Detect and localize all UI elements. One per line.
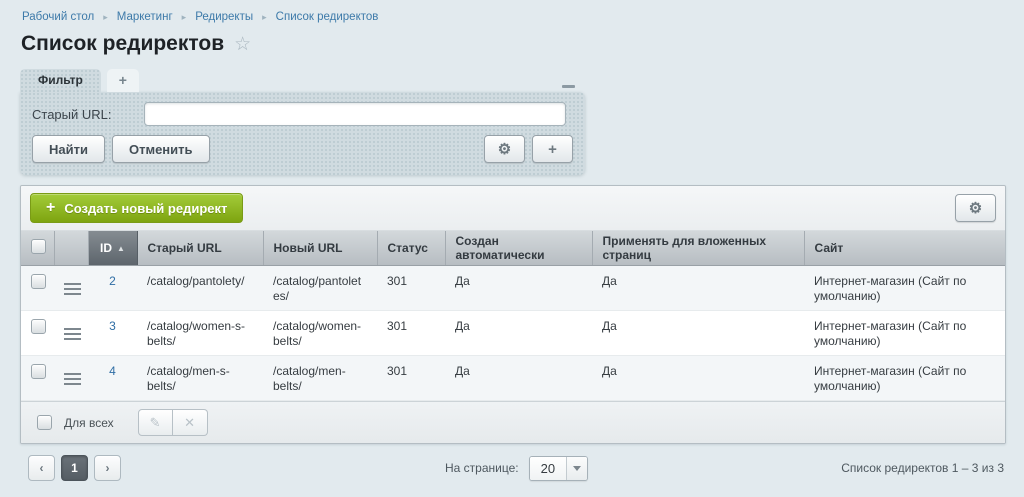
favorite-star-icon[interactable]: ☆	[234, 35, 251, 54]
redirects-table: ID▲ Старый URL Новый URL Статус Создан а…	[21, 231, 1005, 401]
filter-settings-button[interactable]: ⚙	[484, 135, 525, 163]
row-menu-icon[interactable]	[64, 281, 81, 295]
chevron-down-icon	[566, 457, 587, 480]
results-summary: Список редиректов 1 – 3 из 3	[841, 461, 1006, 475]
breadcrumb-separator-icon: ▸	[182, 13, 187, 22]
auto-created-cell: Да	[445, 266, 592, 311]
pagination-bar: ‹ 1 › На странице: 20 Список редиректов …	[20, 453, 1006, 483]
breadcrumb-link-marketing[interactable]: Маркетинг	[117, 11, 173, 23]
table-row: 4 /catalog/men-s-belts/ /catalog/men-bel…	[21, 356, 1005, 401]
old-url-input[interactable]	[144, 102, 566, 126]
redirect-list-page: Рабочий стол ▸ Маркетинг ▸ Редиректы ▸ С…	[0, 0, 1024, 497]
old-url-label: Старый URL:	[32, 107, 144, 122]
grid-settings-button[interactable]: ⚙	[955, 194, 996, 222]
breadcrumb-link-desktop[interactable]: Рабочий стол	[22, 11, 94, 23]
column-header-nested[interactable]: Применять для вложенных страниц	[592, 231, 804, 266]
table-row: 3 /catalog/women-s-belts/ /catalog/women…	[21, 311, 1005, 356]
column-header-id[interactable]: ID▲	[88, 231, 137, 266]
add-filter-field-button[interactable]: +	[532, 135, 573, 163]
breadcrumb-link-redirects[interactable]: Редиректы	[195, 11, 253, 23]
add-filter-tab[interactable]: +	[107, 69, 139, 92]
find-button[interactable]: Найти	[32, 135, 105, 163]
edit-selected-button[interactable]: ✎	[138, 409, 173, 436]
filter-panel: Фильтр + Старый URL: Найти Отменить ⚙ +	[20, 69, 585, 175]
status-cell: 301	[377, 356, 445, 401]
column-header-site[interactable]: Сайт	[804, 231, 1005, 266]
breadcrumb-link-redirect-list[interactable]: Список редиректов	[276, 11, 379, 23]
close-icon: ✕	[184, 415, 195, 431]
breadcrumb: Рабочий стол ▸ Маркетинг ▸ Редиректы ▸ С…	[0, 0, 1024, 23]
pager: ‹ 1 ›	[20, 455, 121, 481]
site-cell: Интернет-магазин (Сайт по умолчанию)	[804, 266, 1005, 311]
status-cell: 301	[377, 311, 445, 356]
plus-icon: +	[548, 141, 557, 158]
nested-pages-cell: Да	[592, 266, 804, 311]
prev-page-button[interactable]: ‹	[28, 455, 55, 481]
auto-created-cell: Да	[445, 356, 592, 401]
create-redirect-button[interactable]: + Создать новый редирект	[30, 193, 243, 223]
new-url-cell: /catalog/men-belts/	[263, 356, 377, 401]
id-link[interactable]: 3	[109, 319, 116, 333]
column-header-old-url[interactable]: Старый URL	[137, 231, 263, 266]
grid-footer: Для всех ✎ ✕	[21, 401, 1005, 443]
delete-selected-button[interactable]: ✕	[173, 409, 208, 436]
row-menu-icon[interactable]	[64, 371, 81, 385]
id-link[interactable]: 4	[109, 364, 116, 378]
page-title: Список редиректов	[21, 32, 224, 56]
for-all-label: Для всех	[64, 416, 114, 430]
new-url-cell: /catalog/women-belts/	[263, 311, 377, 356]
breadcrumb-separator-icon: ▸	[262, 13, 267, 22]
gear-icon: ⚙	[969, 199, 982, 217]
sort-asc-icon: ▲	[117, 244, 125, 253]
cancel-button[interactable]: Отменить	[112, 135, 210, 163]
pencil-icon: ✎	[150, 415, 161, 431]
status-cell: 301	[377, 266, 445, 311]
next-page-button[interactable]: ›	[94, 455, 121, 481]
for-all-checkbox[interactable]	[37, 415, 52, 430]
site-cell: Интернет-магазин (Сайт по умолчанию)	[804, 356, 1005, 401]
column-header-menu	[54, 231, 88, 266]
id-link[interactable]: 2	[109, 274, 116, 288]
plus-icon: +	[46, 199, 55, 217]
nested-pages-cell: Да	[592, 356, 804, 401]
new-url-cell: /catalog/pantoletes/	[263, 266, 377, 311]
row-checkbox[interactable]	[31, 274, 46, 289]
column-header-status[interactable]: Статус	[377, 231, 445, 266]
table-row: 2 /catalog/pantolety/ /catalog/pantolete…	[21, 266, 1005, 311]
row-menu-icon[interactable]	[64, 326, 81, 340]
auto-created-cell: Да	[445, 311, 592, 356]
breadcrumb-separator-icon: ▸	[103, 13, 108, 22]
old-url-cell: /catalog/men-s-belts/	[137, 356, 263, 401]
select-all-checkbox[interactable]	[31, 239, 46, 254]
old-url-cell: /catalog/women-s-belts/	[137, 311, 263, 356]
gear-icon: ⚙	[498, 140, 511, 158]
nested-pages-cell: Да	[592, 311, 804, 356]
collapse-filter-button[interactable]	[562, 85, 575, 88]
per-page-select[interactable]: 20	[529, 456, 588, 481]
old-url-cell: /catalog/pantolety/	[137, 266, 263, 311]
column-header-auto[interactable]: Создан автоматически	[445, 231, 592, 266]
current-page-button[interactable]: 1	[61, 455, 88, 481]
site-cell: Интернет-магазин (Сайт по умолчанию)	[804, 311, 1005, 356]
redirects-grid: + Создать новый редирект ⚙ ID▲ Старый UR…	[20, 185, 1006, 444]
per-page-label: На странице:	[445, 461, 519, 475]
column-header-new-url[interactable]: Новый URL	[263, 231, 377, 266]
row-checkbox[interactable]	[31, 364, 46, 379]
filter-tab[interactable]: Фильтр	[20, 69, 101, 92]
row-checkbox[interactable]	[31, 319, 46, 334]
minus-icon	[562, 85, 575, 88]
